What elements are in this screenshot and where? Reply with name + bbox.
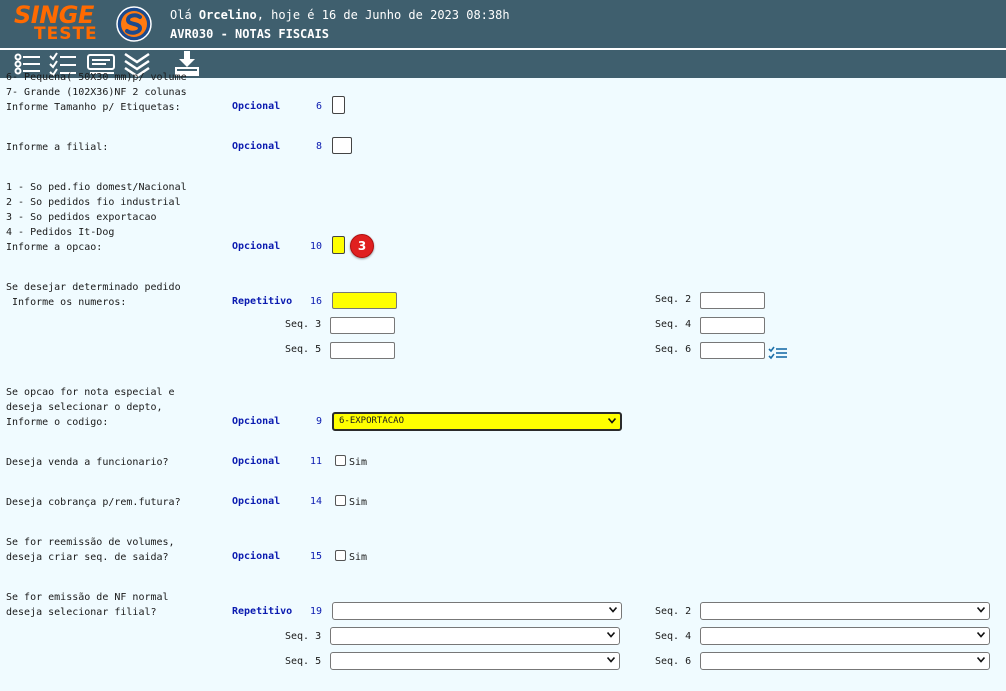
venda-label: Deseja venda a funcionario? <box>6 457 169 468</box>
chevron-down-icon <box>607 632 615 638</box>
filial-mode: Opcional <box>232 141 281 152</box>
chevron-down-icon <box>609 607 617 613</box>
filial-label: Informe a filial: <box>6 142 109 153</box>
pedidos-hint: Se desejar determinado pedido <box>6 282 181 293</box>
pedido-seq-2-label: Seq. 2 <box>655 294 692 305</box>
pedidos-number: 16 <box>309 296 322 307</box>
filial-nf-seq-3-select[interactable] <box>330 627 620 645</box>
pedido-seq-5-label: Seq. 5 <box>285 344 322 355</box>
filial-nf-seq-5-label: Seq. 5 <box>285 656 322 667</box>
environment-label: TESTE <box>34 24 98 44</box>
filial-input[interactable] <box>332 137 352 154</box>
pedidos-label: Informe os numeros: <box>6 297 127 308</box>
filial-nf-seq-1-select[interactable] <box>332 602 622 620</box>
filial-number: 8 <box>315 141 322 152</box>
chevron-down-icon <box>977 607 985 613</box>
opcao-number: 10 <box>309 241 322 252</box>
filial-nf-number: 19 <box>309 606 322 617</box>
pedido-seq-4-label: Seq. 4 <box>655 319 692 330</box>
depto-number: 9 <box>315 416 322 427</box>
filial-nf-seq-5-select[interactable] <box>330 652 620 670</box>
opcao-hint-1: 1 - So ped.fio domest/Nacional <box>6 182 187 193</box>
tamanho-input[interactable] <box>332 96 345 114</box>
pedido-seq-5-input[interactable] <box>330 342 395 359</box>
filial-nf-seq-2-label: Seq. 2 <box>655 606 692 617</box>
opcao-input[interactable] <box>332 236 345 254</box>
filial-nf-label: deseja selecionar filial? <box>6 607 157 618</box>
filial-nf-seq-4-label: Seq. 4 <box>655 631 692 642</box>
depto-select[interactable]: 6-EXPORTACAO <box>332 412 622 431</box>
depto-mode: Opcional <box>232 416 281 427</box>
opcao-hint-3: 3 - So pedidos exportacao <box>6 212 157 223</box>
opcao-hint-2: 2 - So pedidos fio industrial <box>6 197 181 208</box>
page-title: AVR030 - NOTAS FISCAIS <box>170 27 329 41</box>
chevron-down-icon <box>607 657 615 663</box>
filial-nf-hint: Se for emissão de NF normal <box>6 592 169 603</box>
header-divider <box>0 48 1006 50</box>
filial-nf-seq-3-label: Seq. 3 <box>285 631 322 642</box>
checklist-icon[interactable] <box>768 346 788 360</box>
pedido-seq-4-input[interactable] <box>700 317 765 334</box>
reemissao-mode: Opcional <box>232 551 281 562</box>
venda-number: 11 <box>309 456 322 467</box>
cobranca-number: 14 <box>309 496 322 507</box>
chevron-down-icon <box>977 632 985 638</box>
cobranca-checkbox-label: Sim <box>349 497 368 508</box>
app-header: SINGE TESTE Olá Orcelino, hoje é 16 de J… <box>0 0 1006 48</box>
reemissao-hint: Se for reemissão de volumes, <box>6 537 175 548</box>
cobranca-label: Deseja cobrança p/rem.futura? <box>6 497 181 508</box>
reemissao-checkbox[interactable] <box>335 550 346 561</box>
reemissao-label: deseja criar seq. de saida? <box>6 552 169 563</box>
opcao-label: Informe a opcao: <box>6 242 103 253</box>
chevron-down-icon <box>977 657 985 663</box>
tamanho-hint-2: 7- Grande (102X36)NF 2 colunas <box>6 87 187 98</box>
depto-hint-2: deseja selecionar o depto, <box>6 402 163 413</box>
pedido-seq-6-label: Seq. 6 <box>655 344 692 355</box>
chevron-down-icon <box>608 418 616 424</box>
reemissao-number: 15 <box>309 551 322 562</box>
pedido-seq-6-input[interactable] <box>700 342 765 359</box>
opcao-mode: Opcional <box>232 241 281 252</box>
filial-nf-seq-4-select[interactable] <box>700 627 990 645</box>
filial-nf-seq-2-select[interactable] <box>700 602 990 620</box>
tamanho-label: Informe Tamanho p/ Etiquetas: <box>6 102 181 113</box>
tamanho-mode: Opcional <box>232 101 281 112</box>
filial-nf-seq-6-label: Seq. 6 <box>655 656 692 667</box>
cobranca-mode: Opcional <box>232 496 281 507</box>
tamanho-number: 6 <box>315 101 322 112</box>
pedido-seq-2-input[interactable] <box>700 292 765 309</box>
filial-nf-mode: Repetitivo <box>232 606 293 617</box>
pedido-seq-3-label: Seq. 3 <box>285 319 322 330</box>
venda-mode: Opcional <box>232 456 281 467</box>
user-name: Orcelino <box>198 8 257 22</box>
opcao-hint-4: 4 - Pedidos It-Dog <box>6 227 115 238</box>
reemissao-checkbox-label: Sim <box>349 552 368 563</box>
depto-hint-1: Se opcao for nota especial e <box>6 387 175 398</box>
venda-checkbox-label: Sim <box>349 457 368 468</box>
pedidos-mode: Repetitivo <box>232 296 293 307</box>
step-badge: 3 <box>350 234 374 258</box>
pedido-seq-3-input[interactable] <box>330 317 395 334</box>
logo-emblem-icon <box>116 6 152 42</box>
greeting: Olá Orcelino, hoje é 16 de Junho de 2023… <box>170 8 510 22</box>
filial-nf-seq-6-select[interactable] <box>700 652 990 670</box>
pedido-seq-1-input[interactable] <box>332 292 397 309</box>
depto-label: Informe o codigo: <box>6 417 109 428</box>
cobranca-checkbox[interactable] <box>335 495 346 506</box>
depto-selected-value: 6-EXPORTACAO <box>339 416 405 426</box>
venda-checkbox[interactable] <box>335 455 346 466</box>
tamanho-hint-1: 6- Pequena( 50X30 mm)p/ volume <box>6 72 187 83</box>
